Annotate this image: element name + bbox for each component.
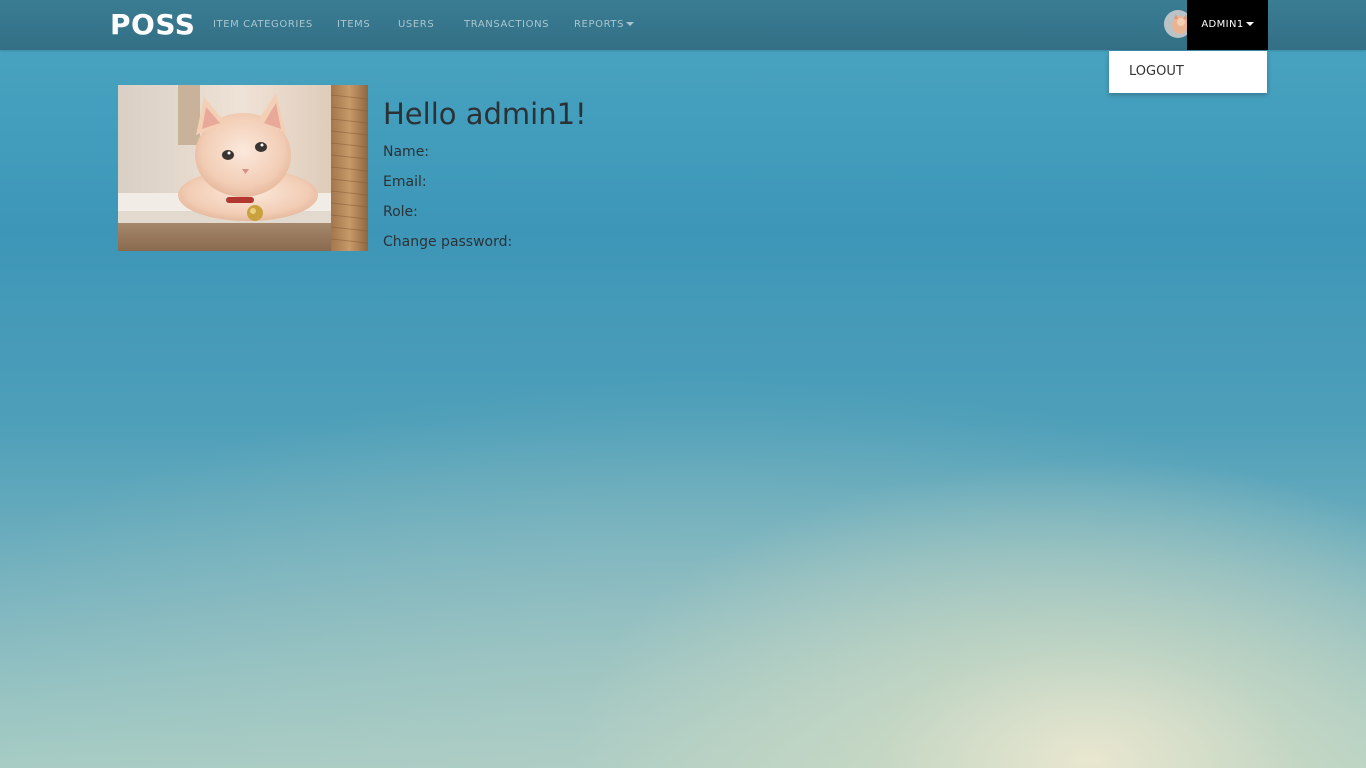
- brand-logo[interactable]: POSS: [110, 8, 195, 42]
- username-label: ADMIN1: [1201, 19, 1244, 30]
- profile-photo: [118, 85, 368, 251]
- nav-item-label: ITEM CATEGORIES: [213, 19, 313, 30]
- email-field-label: Email:: [383, 174, 427, 190]
- nav-item-transactions[interactable]: TRANSACTIONS: [464, 0, 549, 50]
- change-password-link[interactable]: Change password:: [383, 234, 512, 250]
- role-field-label: Role:: [383, 204, 418, 220]
- user-dropdown-menu: LOGOUT: [1109, 51, 1267, 93]
- cat-photo: [118, 85, 368, 251]
- nav-item-items[interactable]: ITEMS: [337, 0, 370, 50]
- profile-greeting: Hello admin1!: [383, 97, 587, 131]
- nav-item-users[interactable]: USERS: [398, 0, 434, 50]
- nav-item-label: TRANSACTIONS: [464, 19, 550, 30]
- nav-item-reports[interactable]: REPORTS: [574, 0, 635, 50]
- caret-down-icon: [1245, 22, 1254, 26]
- nav-item-label: USERS: [398, 19, 435, 30]
- logout-menu-item[interactable]: LOGOUT: [1129, 64, 1184, 79]
- nav-item-categories[interactable]: ITEM CATEGORIES: [213, 0, 313, 50]
- user-menu-toggle[interactable]: ADMIN1: [1187, 0, 1268, 50]
- name-field-label: Name:: [383, 144, 430, 160]
- top-navbar: POSS ITEM CATEGORIES ITEMS USERS TRANSAC…: [0, 0, 1366, 50]
- caret-down-icon: [626, 22, 635, 26]
- nav-item-label: REPORTS: [574, 19, 625, 30]
- nav-item-label: ITEMS: [337, 19, 371, 30]
